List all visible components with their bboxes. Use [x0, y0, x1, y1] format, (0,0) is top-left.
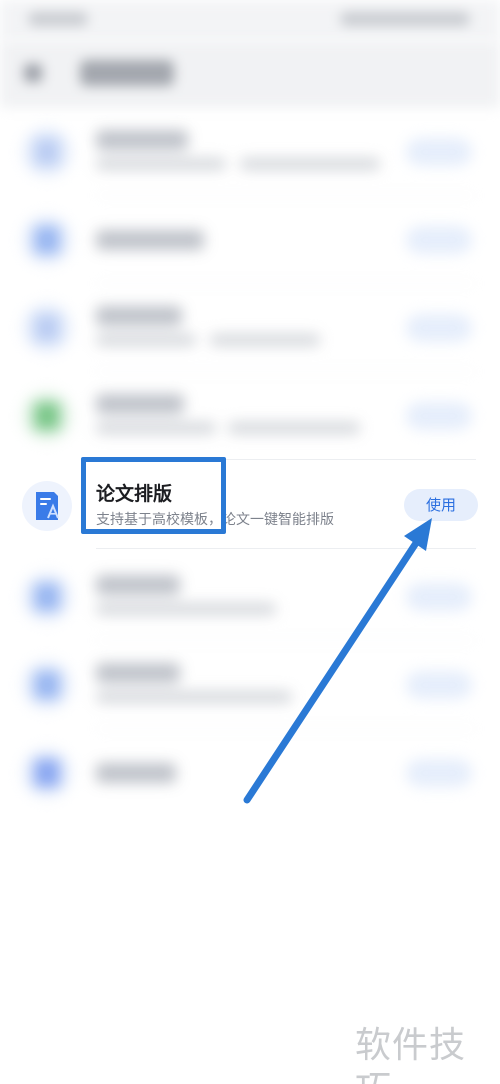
tool-icon: [22, 127, 72, 177]
list-item-blurred[interactable]: [0, 641, 500, 729]
tool-icon: [22, 391, 72, 441]
status-bar: [0, 0, 500, 40]
item-description: 支持基于高校模板，论文一键智能排版: [96, 512, 334, 528]
status-time-blurred: [28, 12, 88, 26]
list-item-blurred[interactable]: [0, 372, 500, 460]
use-button[interactable]: 使用: [404, 489, 478, 521]
back-icon[interactable]: [24, 64, 42, 82]
list-item-blurred[interactable]: [0, 729, 500, 817]
tool-icon: [22, 748, 72, 798]
tool-icon: [22, 660, 72, 710]
tool-icon: [22, 215, 72, 265]
page-title-blurred: [80, 60, 174, 86]
list-item-blurred[interactable]: [0, 196, 500, 284]
tool-icon: [22, 572, 72, 622]
item-title: 论文排版: [96, 483, 173, 505]
list-item-blurred[interactable]: [0, 108, 500, 196]
list-item-blurred[interactable]: [0, 553, 500, 641]
list-item-blurred[interactable]: [0, 284, 500, 372]
document-format-icon-glyph: [36, 492, 59, 520]
document-format-icon: [22, 481, 72, 531]
page-header: [0, 40, 500, 108]
watermark: 软件技巧: [355, 1025, 467, 1084]
list-divider: [96, 548, 476, 549]
status-icons-blurred: [340, 12, 470, 26]
tool-icon: [22, 303, 72, 353]
